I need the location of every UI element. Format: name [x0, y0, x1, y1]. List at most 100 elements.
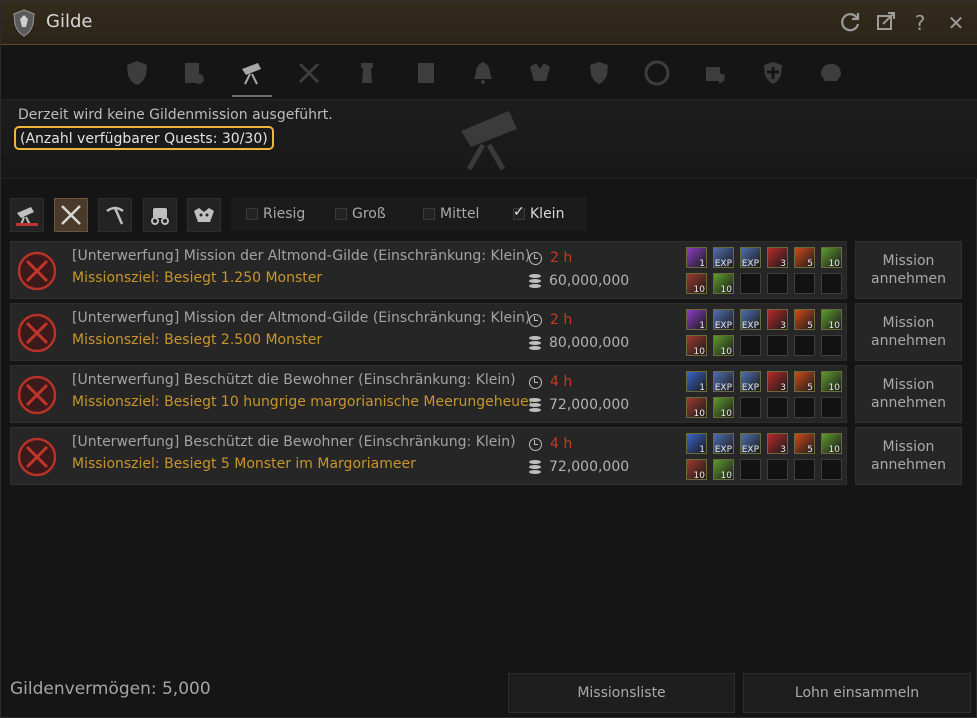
- checkbox[interactable]: [423, 208, 435, 220]
- filter-size-medium[interactable]: Mittel: [423, 205, 479, 223]
- fire-orb-icon[interactable]: 5: [794, 309, 815, 331]
- filter-type-trade[interactable]: [143, 198, 177, 232]
- filter-type-exploration[interactable]: [10, 198, 44, 232]
- empty-slot: [821, 273, 842, 294]
- item-quantity: 10: [828, 259, 840, 269]
- red-potion-icon[interactable]: 10: [686, 273, 707, 295]
- mission-reward-value: 72,000,000: [549, 459, 630, 475]
- fire-orb-icon[interactable]: 5: [794, 371, 815, 393]
- filter-type-gathering[interactable]: [98, 198, 132, 232]
- empty-slot: [794, 335, 815, 356]
- green-potion-icon[interactable]: 10: [821, 247, 842, 269]
- exp-scroll-icon[interactable]: EXP: [740, 309, 761, 331]
- mission-list-button[interactable]: Missionsliste: [508, 673, 735, 713]
- tab-war[interactable]: [289, 53, 329, 93]
- green-potion-icon[interactable]: 10: [713, 273, 734, 295]
- mission-row[interactable]: [Unterwerfung] Beschützt die Bewohner (E…: [10, 427, 847, 485]
- exp-scroll-icon[interactable]: EXP: [740, 371, 761, 393]
- filter-type-boss[interactable]: [187, 198, 221, 232]
- tab-missions[interactable]: [232, 51, 272, 97]
- tab-alerts[interactable]: [463, 53, 503, 93]
- shield-icon: [590, 62, 608, 84]
- green-potion-icon[interactable]: 10: [713, 397, 734, 419]
- mission-goal: Missionsziel: Besiegt 10 hungrige margor…: [72, 394, 535, 410]
- exp-scroll-icon[interactable]: EXP: [713, 371, 734, 393]
- red-potion-icon[interactable]: 10: [686, 335, 707, 357]
- popout-icon[interactable]: [873, 10, 899, 36]
- filter-size-huge[interactable]: Riesig: [246, 205, 305, 223]
- close-icon[interactable]: ✕: [943, 10, 969, 36]
- red-potion-icon[interactable]: 10: [686, 397, 707, 419]
- green-potion-icon[interactable]: 10: [821, 309, 842, 331]
- exp-scroll-icon[interactable]: EXP: [713, 433, 734, 455]
- item-quantity: 10: [693, 471, 705, 481]
- green-potion-icon[interactable]: 10: [713, 335, 734, 357]
- filter-size-label: Groß: [352, 206, 386, 222]
- filter-size-small[interactable]: Klein: [513, 204, 565, 223]
- clock-icon: [529, 437, 542, 451]
- red-potion-icon[interactable]: 10: [686, 459, 707, 481]
- mission-goal: Missionsziel: Besiegt 2.500 Monster: [72, 332, 323, 348]
- item-quantity: EXP: [741, 445, 759, 455]
- purple-scroll-icon[interactable]: 1: [686, 247, 707, 269]
- tab-banner[interactable]: [406, 53, 446, 93]
- item-quantity: 10: [720, 285, 732, 295]
- item-quantity: 1: [699, 445, 705, 455]
- tab-raid[interactable]: [811, 53, 851, 93]
- tab-guild-info[interactable]: [117, 53, 157, 93]
- fire-orb-icon[interactable]: 5: [794, 247, 815, 269]
- tab-alliance[interactable]: [637, 53, 677, 93]
- mission-row[interactable]: [Unterwerfung] Mission der Altmond-Gilde…: [10, 241, 847, 299]
- tab-house[interactable]: [695, 53, 735, 93]
- item-quantity: 10: [828, 383, 840, 393]
- help-icon[interactable]: ?: [907, 10, 933, 36]
- green-potion-icon[interactable]: 10: [713, 459, 734, 481]
- accept-mission-button[interactable]: Mission annehmen: [855, 365, 962, 423]
- exp-scroll-icon[interactable]: EXP: [713, 309, 734, 331]
- mission-row[interactable]: [Unterwerfung] Beschützt die Bewohner (E…: [10, 365, 847, 423]
- red-orb-icon[interactable]: 3: [767, 309, 788, 331]
- accept-mission-button[interactable]: Mission annehmen: [855, 303, 962, 361]
- reward-item-grid: 1 EXP EXP 3 5 10 10 10: [686, 433, 846, 483]
- tab-boss[interactable]: [520, 53, 560, 93]
- title-bar[interactable]: Gilde ? ✕: [1, 1, 977, 45]
- empty-slot: [740, 397, 761, 418]
- checkbox[interactable]: [335, 208, 347, 220]
- accept-mission-button[interactable]: Mission annehmen: [855, 427, 962, 485]
- red-orb-icon[interactable]: 3: [767, 371, 788, 393]
- purple-scroll-icon[interactable]: 1: [686, 309, 707, 331]
- subjugation-emblem-icon: [17, 251, 57, 291]
- filter-type-subjugation[interactable]: [54, 198, 88, 232]
- empty-slot: [740, 335, 761, 356]
- red-orb-icon[interactable]: 3: [767, 247, 788, 269]
- tab-medic[interactable]: [753, 53, 793, 93]
- blue-scroll-icon[interactable]: 1: [686, 371, 707, 393]
- item-quantity: 10: [693, 285, 705, 295]
- mission-title: [Unterwerfung] Beschützt die Bewohner (E…: [72, 372, 516, 388]
- collect-pay-button[interactable]: Lohn einsammeln: [743, 673, 971, 713]
- green-potion-icon[interactable]: 10: [821, 433, 842, 455]
- green-potion-icon[interactable]: 10: [821, 371, 842, 393]
- exp-scroll-icon[interactable]: EXP: [740, 247, 761, 269]
- mission-goal: Missionsziel: Besiegt 5 Monster im Margo…: [72, 456, 416, 472]
- exp-scroll-icon[interactable]: EXP: [740, 433, 761, 455]
- tab-tower[interactable]: [347, 53, 387, 93]
- fire-orb-icon[interactable]: 5: [794, 433, 815, 455]
- red-orb-icon[interactable]: 3: [767, 433, 788, 455]
- tab-members[interactable]: [173, 53, 213, 93]
- checkbox-checked[interactable]: [513, 204, 525, 220]
- blue-scroll-icon[interactable]: 1: [686, 433, 707, 455]
- mission-row[interactable]: [Unterwerfung] Mission der Altmond-Gilde…: [10, 303, 847, 361]
- accept-mission-button[interactable]: Mission annehmen: [855, 241, 962, 299]
- guild-tab-bar: [1, 45, 977, 99]
- item-quantity: 10: [720, 409, 732, 419]
- checkbox[interactable]: [246, 208, 258, 220]
- filter-size-label: Klein: [530, 206, 565, 222]
- crossed-axes-icon: [298, 62, 320, 84]
- tab-defense[interactable]: [579, 53, 619, 93]
- refresh-icon[interactable]: [837, 10, 863, 36]
- item-quantity: EXP: [714, 321, 732, 331]
- exp-scroll-icon[interactable]: EXP: [713, 247, 734, 269]
- filter-size-large[interactable]: Groß: [335, 205, 386, 223]
- carriage-icon: [151, 208, 169, 225]
